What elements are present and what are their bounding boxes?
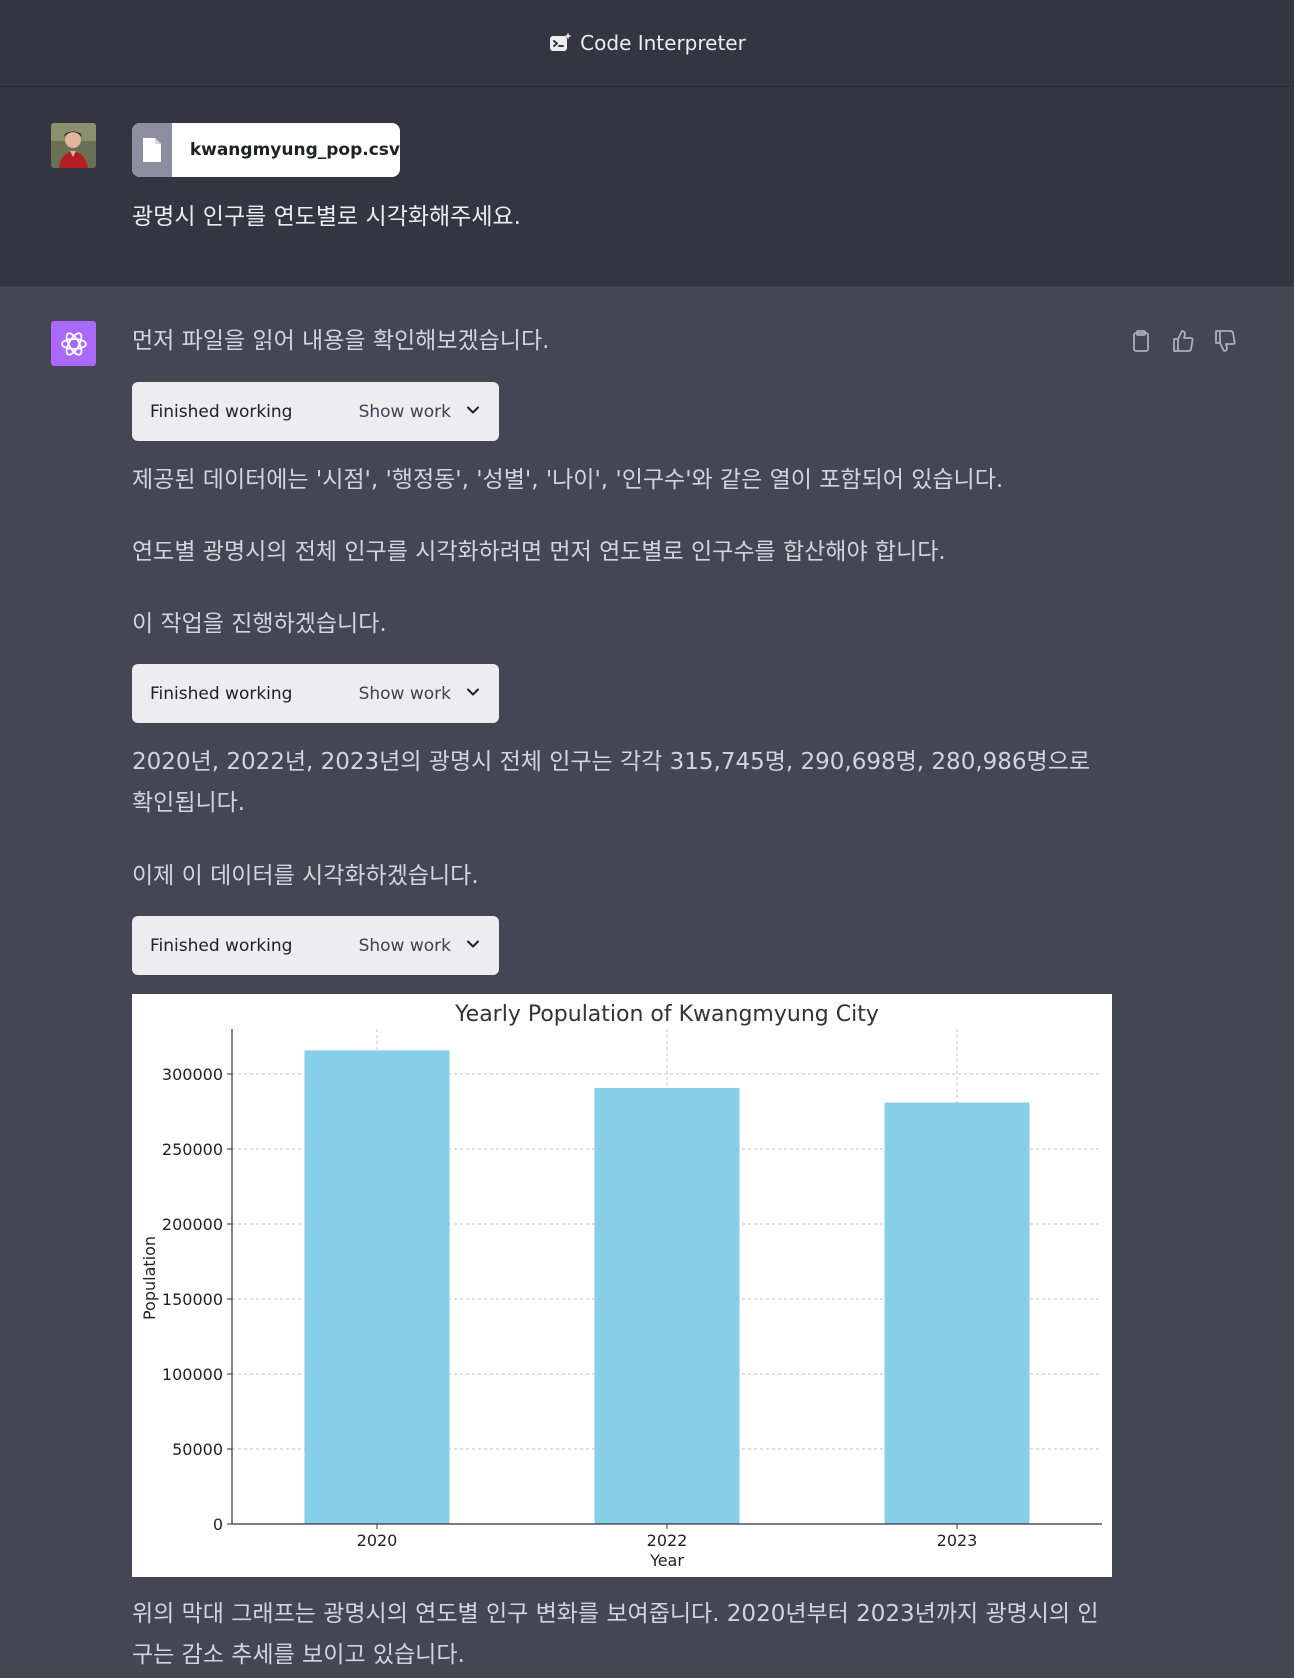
message-paragraph: 먼저 파일을 읽어 내용을 확인해보겠습니다.: [132, 328, 550, 354]
chart-image: Yearly Population of Kwangmyung City 0 50…: [132, 994, 1112, 1577]
message-paragraph: 이제 이 데이터를 시각화하겠습니다.: [132, 863, 479, 889]
work-status-box[interactable]: Finished working Show work: [132, 916, 499, 975]
message-paragraph: 위의 막대 그래프는 광명시의 연도별 인구 변화를 보여줍니다. 2020년부…: [132, 1601, 1099, 1668]
work-status: Finished working: [150, 401, 293, 422]
y-tick-label: 100000: [162, 1365, 223, 1384]
chatgpt-logo-icon: [51, 321, 96, 366]
y-tick-label: 300000: [162, 1065, 223, 1084]
x-tick-label: 2023: [937, 1531, 978, 1550]
show-work-button[interactable]: Show work: [359, 684, 451, 704]
message-paragraph: 이 작업을 진행하겠습니다.: [132, 611, 387, 637]
user-message-text: 광명시 인구를 연도별로 시각화해주세요.: [132, 204, 521, 230]
work-status: Finished working: [150, 683, 293, 704]
work-status-box[interactable]: Finished working Show work: [132, 664, 499, 723]
y-tick-label: 0: [213, 1515, 223, 1534]
chart-title: Yearly Population of Kwangmyung City: [454, 1002, 879, 1027]
x-axis-label: Year: [649, 1551, 684, 1570]
code-interpreter-icon: [548, 31, 572, 55]
user-avatar: [51, 123, 96, 168]
user-message: kwangmyung_pop.csv 광명시 인구를 연도별로 시각화해주세요.: [0, 87, 1294, 286]
message-paragraph: 제공된 데이터에는 '시점', '행정동', '성별', '나이', '인구수'…: [132, 467, 1004, 493]
copy-icon[interactable]: [1128, 328, 1154, 354]
work-status: Finished working: [150, 935, 293, 956]
message-paragraph: 2020년, 2022년, 2023년의 광명시 전체 인구는 각각 315,7…: [132, 749, 1091, 816]
model-indicator[interactable]: Code Interpreter: [548, 31, 746, 55]
message-paragraph: 연도별 광명시의 전체 인구를 시각화하려면 먼저 연도별로 인구수를 합산해야…: [132, 539, 946, 565]
bar-chart: Yearly Population of Kwangmyung City 0 50…: [140, 1002, 1102, 1570]
file-name: kwangmyung_pop.csv: [189, 140, 400, 160]
model-title: Code Interpreter: [580, 31, 746, 55]
chevron-down-icon[interactable]: [465, 936, 481, 956]
file-icon: [132, 123, 172, 177]
y-tick-label: 50000: [172, 1440, 223, 1459]
y-tick-label: 200000: [162, 1215, 223, 1234]
top-bar: Code Interpreter: [0, 0, 1294, 87]
y-tick-label: 150000: [162, 1290, 223, 1309]
file-attachment[interactable]: kwangmyung_pop.csv: [132, 123, 400, 177]
chevron-down-icon[interactable]: [465, 402, 481, 422]
work-status-box[interactable]: Finished working Show work: [132, 382, 499, 441]
show-work-button[interactable]: Show work: [359, 936, 451, 956]
show-work-button[interactable]: Show work: [359, 402, 451, 422]
y-tick-label: 250000: [162, 1140, 223, 1159]
thumbs-down-icon[interactable]: [1212, 328, 1238, 354]
thumbs-up-icon[interactable]: [1170, 328, 1196, 354]
y-axis-label: Population: [140, 1236, 159, 1320]
x-tick-label: 2022: [647, 1531, 688, 1550]
chevron-down-icon[interactable]: [465, 684, 481, 704]
message-actions: [1128, 328, 1238, 354]
x-tick-label: 2020: [357, 1531, 398, 1550]
